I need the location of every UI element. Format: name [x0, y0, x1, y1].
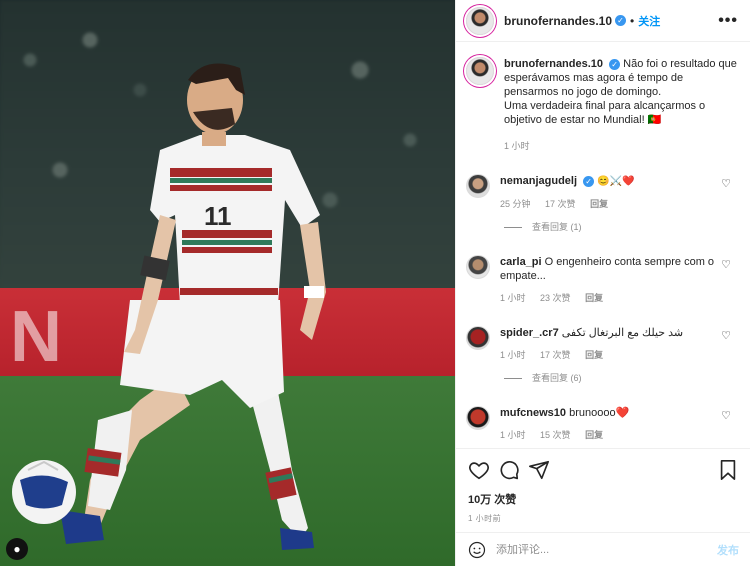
view-replies-button[interactable]: 查看回复 (1) — [500, 220, 719, 233]
replies-divider — [504, 227, 522, 229]
author-username[interactable]: brunofernandes.10 — [504, 14, 612, 28]
post-photo[interactable]: N 11 ● — [0, 0, 455, 566]
comment-likes[interactable]: 23 次赞 — [540, 293, 571, 303]
add-comment-bar: 发布 — [456, 532, 750, 566]
comment-time: 25 分钟 — [500, 199, 531, 209]
verified-icon: ✓ — [609, 58, 621, 70]
view-replies-button[interactable]: 查看回复 (6) — [500, 371, 719, 384]
comment-likes[interactable]: 17 次赞 — [545, 199, 576, 209]
comment-item: spider_.cr7 شد حيلك مع البرتغال تكفى 1 小… — [466, 326, 739, 384]
comment-username[interactable]: nemanjagudelj — [500, 175, 577, 187]
comment-icon[interactable] — [498, 459, 520, 481]
comment-body: brunoooo❤️ — [569, 407, 630, 419]
comment-username[interactable]: spider_.cr7 — [500, 327, 559, 339]
comment-avatar[interactable] — [466, 255, 490, 279]
reply-button[interactable]: 回复 — [585, 293, 603, 303]
like-comment-icon[interactable]: ♡ — [721, 329, 731, 342]
comment-item: mufcnews10 brunoooo❤️ 1 小时 15 次赞 回复 ♡ — [466, 406, 739, 441]
reply-button[interactable]: 回复 — [585, 430, 603, 440]
player-illustration: 11 — [12, 63, 326, 550]
comment-body: 😊⚔️❤️ — [597, 176, 635, 187]
post-timestamp: 1 小时前 — [468, 514, 502, 523]
bookmark-icon[interactable] — [717, 459, 739, 481]
comments-list[interactable]: brunofernandes.10 ✓ Não foi o resultado … — [456, 43, 750, 448]
comment-avatar[interactable] — [466, 326, 490, 350]
comment-avatar[interactable] — [466, 406, 490, 430]
post-sidebar: brunofernandes.10 ✓ • 关注 ••• brunofernan… — [455, 0, 750, 566]
comment-item: nemanjagudelj ✓ 😊⚔️❤️ 25 分钟 17 次赞 回复 查看回… — [466, 174, 739, 233]
like-comment-icon[interactable]: ♡ — [721, 409, 731, 422]
comment-meta: 1 小时 15 次赞 回复 — [500, 428, 719, 441]
comment-time: 1 小时 — [500, 430, 526, 440]
comment-meta: 1 小时 23 次赞 回复 — [500, 291, 719, 304]
comment-text: mufcnews10 brunoooo❤️ — [500, 406, 719, 420]
comment-likes[interactable]: 17 次赞 — [540, 350, 571, 360]
comment-meta: 1 小时 17 次赞 回复 — [500, 348, 719, 361]
like-comment-icon[interactable]: ♡ — [721, 258, 731, 271]
replies-divider — [504, 378, 522, 380]
heart-icon[interactable] — [468, 459, 490, 481]
verified-icon: ✓ — [615, 15, 627, 26]
share-icon[interactable] — [528, 459, 550, 481]
view-replies-label: 查看回复 (6) — [532, 373, 582, 383]
follow-button[interactable]: 关注 — [638, 13, 660, 29]
view-replies-label: 查看回复 (1) — [532, 222, 582, 232]
caption-username[interactable]: brunofernandes.10 — [504, 58, 603, 70]
comment-time: 1 小时 — [500, 350, 526, 360]
reply-button[interactable]: 回复 — [585, 350, 603, 360]
caption: brunofernandes.10 ✓ Não foi o resultado … — [466, 57, 739, 152]
caption-time: 1 小时 — [504, 141, 530, 151]
comment-input[interactable] — [496, 543, 717, 556]
verified-icon: ✓ — [583, 175, 595, 187]
comment-body: شد حيلك مع البرتغال تكفى — [561, 327, 684, 339]
tagged-user-icon[interactable]: ● — [6, 538, 28, 560]
comment-item: carla_pi O engenheiro conta sempre com o… — [466, 255, 739, 304]
more-options-icon[interactable]: ••• — [718, 12, 738, 30]
likes-count[interactable]: 10万 次赞 — [468, 491, 739, 507]
emoji-icon[interactable] — [468, 541, 486, 559]
like-comment-icon[interactable]: ♡ — [721, 177, 731, 190]
comment-text: carla_pi O engenheiro conta sempre com o… — [500, 255, 719, 283]
comment-likes[interactable]: 15 次赞 — [540, 430, 571, 440]
comment-username[interactable]: carla_pi — [500, 256, 542, 268]
action-row — [468, 457, 739, 483]
caption-text: brunofernandes.10 ✓ Não foi o resultado … — [504, 57, 739, 127]
caption-avatar[interactable] — [466, 57, 494, 85]
comment-meta: 25 分钟 17 次赞 回复 — [500, 197, 719, 210]
comment-username[interactable]: mufcnews10 — [500, 407, 566, 419]
comment-avatar[interactable] — [466, 174, 490, 198]
comment-text: spider_.cr7 شد حيلك مع البرتغال تكفى — [500, 326, 719, 340]
comment-time: 1 小时 — [500, 293, 526, 303]
post-header: brunofernandes.10 ✓ • 关注 ••• — [456, 0, 750, 42]
comment-text: nemanjagudelj ✓ 😊⚔️❤️ — [500, 174, 719, 189]
post-comment-button[interactable]: 发布 — [717, 542, 739, 558]
reply-button[interactable]: 回复 — [590, 199, 608, 209]
jersey-number: 11 — [204, 201, 232, 231]
author-avatar[interactable] — [466, 6, 494, 35]
separator-dot: • — [630, 13, 635, 28]
